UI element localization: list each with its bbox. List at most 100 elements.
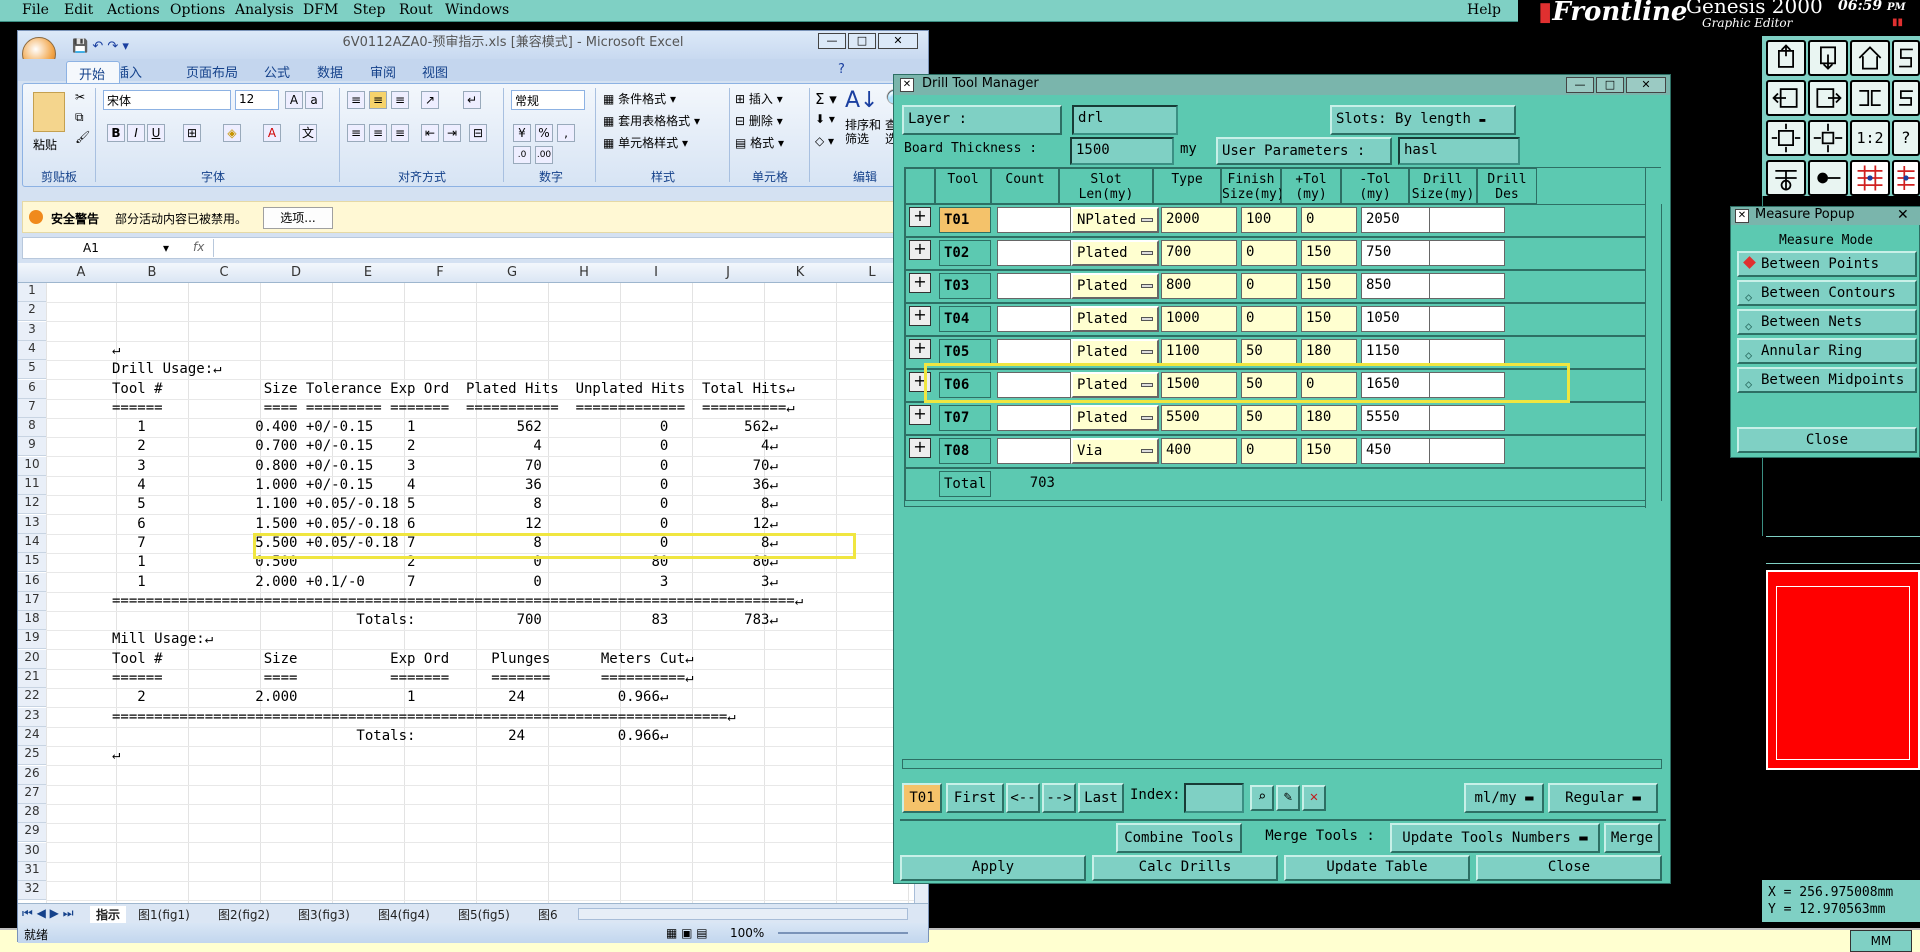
type-select[interactable]: Via xyxy=(1071,438,1159,464)
menu-step[interactable]: Step xyxy=(353,2,385,18)
italic-icon[interactable]: I xyxy=(127,124,145,142)
search-icon[interactable]: ⌕ xyxy=(1250,785,1274,811)
col-header[interactable]: F xyxy=(404,265,476,280)
row-header[interactable]: 9 xyxy=(18,437,46,456)
zoom-level[interactable]: 100% xyxy=(730,926,764,940)
col-header[interactable]: B xyxy=(116,265,188,280)
drill-des-input[interactable] xyxy=(1429,438,1505,464)
delete-icon[interactable]: ✕ xyxy=(1302,785,1326,811)
security-options-button[interactable]: 选项... xyxy=(263,207,333,229)
combine-tools-button[interactable]: Combine Tools xyxy=(1116,823,1242,853)
minus-tol-input[interactable]: 150 xyxy=(1301,438,1357,464)
menu-file[interactable]: File xyxy=(22,2,49,18)
home-icon[interactable] xyxy=(1850,40,1890,76)
tab-view[interactable]: 视图 xyxy=(422,62,448,81)
maximize-button[interactable]: □ xyxy=(848,33,876,49)
increase-decimal-icon[interactable]: .0 xyxy=(513,146,531,164)
type-select[interactable]: Plated xyxy=(1071,339,1159,365)
type-select[interactable]: Plated xyxy=(1071,405,1159,431)
slot-len-input[interactable] xyxy=(997,306,1071,332)
type-select[interactable]: Plated xyxy=(1071,273,1159,299)
row-header[interactable]: 3 xyxy=(18,322,46,341)
finish-size-input[interactable]: 5500 xyxy=(1161,405,1237,431)
paste-label[interactable]: 粘贴 xyxy=(33,136,57,153)
increase-indent-icon[interactable]: ⇥ xyxy=(443,124,461,142)
fx-icon[interactable]: fx xyxy=(193,240,204,254)
plus-tol-input[interactable]: 0 xyxy=(1241,438,1297,464)
row-header[interactable]: 30 xyxy=(18,843,46,862)
fill-color-icon[interactable]: ◈ xyxy=(223,124,241,142)
layer-field[interactable]: drl xyxy=(1072,105,1178,135)
menu-windows[interactable]: Windows xyxy=(445,2,509,18)
expand-icon[interactable]: + xyxy=(909,207,931,227)
close-button[interactable]: ✕ xyxy=(1626,77,1666,93)
expand-icon[interactable]: + xyxy=(909,405,931,425)
measure-close-button[interactable]: Close xyxy=(1737,427,1917,453)
window-menu-icon[interactable]: ✕ xyxy=(1735,209,1749,223)
user-params-label[interactable]: User Parameters : xyxy=(1216,137,1392,165)
window-menu-icon[interactable]: ✕ xyxy=(900,78,914,92)
row-header[interactable]: 20 xyxy=(18,650,46,669)
format-painter-icon[interactable]: 🖌 xyxy=(75,130,90,144)
minimize-button[interactable]: — xyxy=(818,33,846,49)
drill-des-input[interactable] xyxy=(1429,207,1505,233)
plus-tol-input[interactable]: 0 xyxy=(1241,306,1297,332)
slot-len-input[interactable] xyxy=(997,207,1071,233)
finish-size-input[interactable]: 2000 xyxy=(1161,207,1237,233)
row-header[interactable]: 23 xyxy=(18,708,46,727)
tab-review[interactable]: 审阅 xyxy=(370,62,396,81)
sheet-tab[interactable]: 图4(fig4) xyxy=(378,906,430,923)
sheet-tab[interactable]: 指示 xyxy=(90,906,127,923)
minus-tol-input[interactable]: 180 xyxy=(1301,339,1357,365)
currency-icon[interactable]: ¥ xyxy=(513,124,531,142)
left-icon[interactable] xyxy=(1766,80,1806,116)
merge-mode-option[interactable]: Update Tools Numbers ▬ xyxy=(1390,823,1600,853)
bold-icon[interactable]: B xyxy=(107,124,125,142)
sheet-tab[interactable]: 图5(fig5) xyxy=(458,906,510,923)
menu-rout[interactable]: Rout xyxy=(399,2,433,18)
sheet-nav-icon[interactable]: ⏮ ◀ ▶ ⏭ xyxy=(22,906,74,921)
sheet-tab[interactable]: 图3(fig3) xyxy=(298,906,350,923)
top-view-icon[interactable] xyxy=(1766,40,1806,76)
mode-between-points[interactable]: Between Points xyxy=(1737,251,1917,277)
minimize-button[interactable]: — xyxy=(1566,77,1594,93)
row-header[interactable]: 21 xyxy=(18,669,46,688)
table-horizontal-scrollbar[interactable] xyxy=(902,759,1662,769)
row-header[interactable]: 29 xyxy=(18,823,46,842)
minus-tol-input[interactable]: 180 xyxy=(1301,405,1357,431)
sheet-tab[interactable]: 图6 xyxy=(538,906,558,923)
merge-cells-icon[interactable]: ⊟ xyxy=(469,124,487,142)
menu-options[interactable]: Options xyxy=(170,2,225,18)
row-header[interactable]: 8 xyxy=(18,418,46,437)
finish-size-input[interactable]: 700 xyxy=(1161,240,1237,266)
minus-tol-input[interactable]: 150 xyxy=(1301,273,1357,299)
type-select[interactable]: NPlated xyxy=(1071,207,1159,233)
drill-des-input[interactable] xyxy=(1429,240,1505,266)
drill-size-input[interactable]: 750 xyxy=(1361,240,1437,266)
mode-option[interactable]: Regular ▬ xyxy=(1548,783,1658,813)
drill-des-input[interactable] xyxy=(1429,405,1505,431)
col-header[interactable]: K xyxy=(764,265,836,280)
index-field[interactable] xyxy=(1184,783,1244,813)
table-format-button[interactable]: ▦ 套用表格格式 ▾ xyxy=(603,112,700,129)
drill-size-input[interactable]: 1050 xyxy=(1361,306,1437,332)
expand-icon[interactable]: + xyxy=(909,438,931,458)
row-header[interactable]: 14 xyxy=(18,534,46,553)
update-table-button[interactable]: Update Table xyxy=(1284,855,1470,881)
row-header[interactable]: 17 xyxy=(18,592,46,611)
grid-red-2-icon[interactable] xyxy=(1892,160,1920,196)
col-header[interactable]: A xyxy=(46,265,116,280)
col-header[interactable]: E xyxy=(332,265,404,280)
row-header[interactable]: 26 xyxy=(18,766,46,785)
row-header[interactable]: 22 xyxy=(18,688,46,707)
menu-dfm[interactable]: DFM xyxy=(303,2,338,18)
drill-size-input[interactable]: 2050 xyxy=(1361,207,1437,233)
plus-tol-input[interactable]: 0 xyxy=(1241,273,1297,299)
finish-size-input[interactable]: 400 xyxy=(1161,438,1237,464)
help-icon[interactable]: ? xyxy=(1892,120,1920,156)
row-header[interactable]: 1 xyxy=(18,283,46,302)
percent-icon[interactable]: % xyxy=(535,124,553,142)
tab-home[interactable]: 开始 xyxy=(66,61,120,83)
row-header[interactable]: 25 xyxy=(18,746,46,765)
apply-button[interactable]: Apply xyxy=(900,855,1086,881)
